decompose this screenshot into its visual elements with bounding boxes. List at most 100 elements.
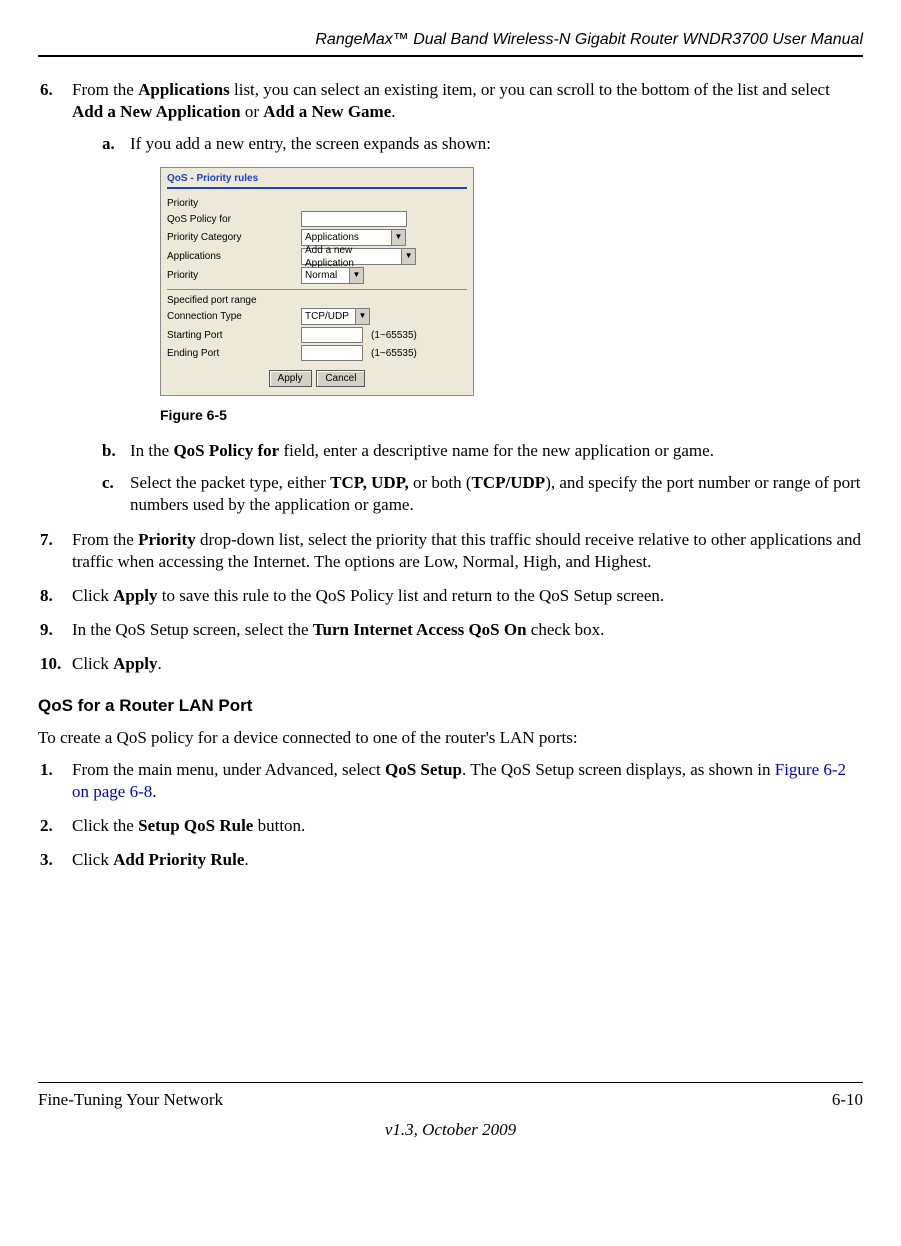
dialog-divider (167, 289, 467, 290)
bold: Priority (138, 530, 196, 549)
dialog-button-row: Apply Cancel (161, 362, 473, 395)
step-9-text: In the QoS Setup screen, select the Turn… (72, 620, 604, 639)
priority-category-value: Applications (305, 231, 359, 244)
footer-right: 6-10 (832, 1089, 863, 1111)
priority-select[interactable]: Normal ▼ (301, 267, 364, 284)
step-8-number: 8. (40, 585, 53, 607)
applications-value: Add a new Application (305, 244, 401, 270)
ending-port-label: Ending Port (167, 347, 297, 360)
starting-port-row: Starting Port (1~65535) (161, 326, 473, 344)
step-6a-text: If you add a new entry, the screen expan… (130, 134, 491, 153)
footer-version: v1.3, October 2009 (38, 1119, 863, 1141)
ending-port-input[interactable] (301, 345, 363, 361)
text: From the main menu, under Advanced, sele… (72, 760, 385, 779)
step-6a-number: a. (102, 133, 115, 155)
text: . (152, 782, 156, 801)
text: Click the (72, 816, 138, 835)
step-6b-text: In the QoS Policy for field, enter a des… (130, 441, 714, 460)
priority-category-label: Priority Category (167, 231, 297, 244)
page-header-title: RangeMax™ Dual Band Wireless-N Gigabit R… (38, 30, 863, 51)
bold: TCP, UDP, (330, 473, 409, 492)
text: check box. (527, 620, 605, 639)
step-7: 7. From the Priority drop-down list, sel… (38, 529, 863, 573)
text: Click (72, 850, 113, 869)
qos-policy-for-row: QoS Policy for (161, 210, 473, 228)
text: button. (253, 816, 305, 835)
sec2-step-2-text: Click the Setup QoS Rule button. (72, 816, 305, 835)
text: From the (72, 80, 138, 99)
chevron-down-icon: ▼ (401, 249, 415, 264)
sec2-step-3-text: Click Add Priority Rule. (72, 850, 249, 869)
step-6c-number: c. (102, 472, 114, 494)
text: Click (72, 586, 113, 605)
section2-steps: 1. From the main menu, under Advanced, s… (38, 759, 863, 871)
specified-port-range-label: Specified port range (161, 292, 473, 307)
text: In the QoS Setup screen, select the (72, 620, 313, 639)
step-8: 8. Click Apply to save this rule to the … (38, 585, 863, 607)
step-6b: b. In the QoS Policy for field, enter a … (102, 440, 863, 462)
dialog-title: QoS - Priority rules (161, 168, 473, 187)
sec2-step-3-number: 3. (40, 849, 53, 871)
text: Select the packet type, either (130, 473, 330, 492)
step-6-sublist: a. If you add a new entry, the screen ex… (102, 133, 863, 517)
page-footer: Fine-Tuning Your Network 6-10 v1.3, Octo… (38, 1082, 863, 1141)
step-6: 6. From the Applications list, you can s… (38, 79, 863, 517)
bold: Add a New Application (72, 102, 241, 121)
dialog-title-rule (167, 187, 467, 189)
starting-port-label: Starting Port (167, 329, 297, 342)
connection-type-row: Connection Type TCP/UDP ▼ (161, 307, 473, 326)
applications-row: Applications Add a new Application ▼ (161, 247, 473, 266)
text: . The QoS Setup screen displays, as show… (462, 760, 775, 779)
step-7-text: From the Priority drop-down list, select… (72, 530, 861, 571)
connection-type-value: TCP/UDP (305, 310, 349, 323)
bold: Add a New Game (263, 102, 391, 121)
priority-section-label: Priority (161, 195, 473, 210)
text: to save this rule to the QoS Policy list… (158, 586, 665, 605)
footer-left: Fine-Tuning Your Network (38, 1089, 223, 1111)
priority-label: Priority (167, 269, 297, 282)
step-7-number: 7. (40, 529, 53, 551)
text: or (241, 102, 264, 121)
sec2-step-3: 3. Click Add Priority Rule. (38, 849, 863, 871)
chevron-down-icon: ▼ (355, 309, 369, 324)
text: Click (72, 654, 113, 673)
sec2-step-2-number: 2. (40, 815, 53, 837)
bold: Applications (138, 80, 230, 99)
bold: Setup QoS Rule (138, 816, 253, 835)
qos-policy-for-label: QoS Policy for (167, 213, 297, 226)
applications-label: Applications (167, 250, 297, 263)
qos-dialog: QoS - Priority rules Priority QoS Policy… (160, 167, 474, 396)
ending-port-range: (1~65535) (371, 347, 417, 360)
step-6-text: From the Applications list, you can sele… (72, 80, 830, 121)
ending-port-row: Ending Port (1~65535) (161, 344, 473, 362)
main-steps-list: 6. From the Applications list, you can s… (38, 79, 863, 675)
priority-row: Priority Normal ▼ (161, 266, 473, 285)
figure-6-5-wrap: QoS - Priority rules Priority QoS Policy… (160, 167, 863, 424)
bold: Turn Internet Access QoS On (313, 620, 527, 639)
bold: TCP/UDP (472, 473, 546, 492)
cancel-button[interactable]: Cancel (316, 370, 365, 387)
apply-button[interactable]: Apply (269, 370, 312, 387)
sec2-step-1: 1. From the main menu, under Advanced, s… (38, 759, 863, 803)
step-6-number: 6. (40, 79, 53, 101)
qos-lan-port-heading: QoS for a Router LAN Port (38, 695, 863, 717)
text: From the (72, 530, 138, 549)
text: or both ( (409, 473, 472, 492)
footer-row: Fine-Tuning Your Network 6-10 (38, 1089, 863, 1111)
step-6b-number: b. (102, 440, 116, 462)
qos-lan-port-intro: To create a QoS policy for a device conn… (38, 727, 863, 749)
chevron-down-icon: ▼ (349, 268, 363, 283)
sec2-step-1-number: 1. (40, 759, 53, 781)
starting-port-input[interactable] (301, 327, 363, 343)
starting-port-range: (1~65535) (371, 329, 417, 342)
qos-policy-for-input[interactable] (301, 211, 407, 227)
connection-type-label: Connection Type (167, 310, 297, 323)
bold: Add Priority Rule (113, 850, 244, 869)
footer-rule (38, 1082, 863, 1083)
applications-select[interactable]: Add a new Application ▼ (301, 248, 416, 265)
sec2-step-2: 2. Click the Setup QoS Rule button. (38, 815, 863, 837)
step-10: 10. Click Apply. (38, 653, 863, 675)
text: field, enter a descriptive name for the … (279, 441, 714, 460)
sec2-step-1-text: From the main menu, under Advanced, sele… (72, 760, 846, 801)
connection-type-select[interactable]: TCP/UDP ▼ (301, 308, 370, 325)
